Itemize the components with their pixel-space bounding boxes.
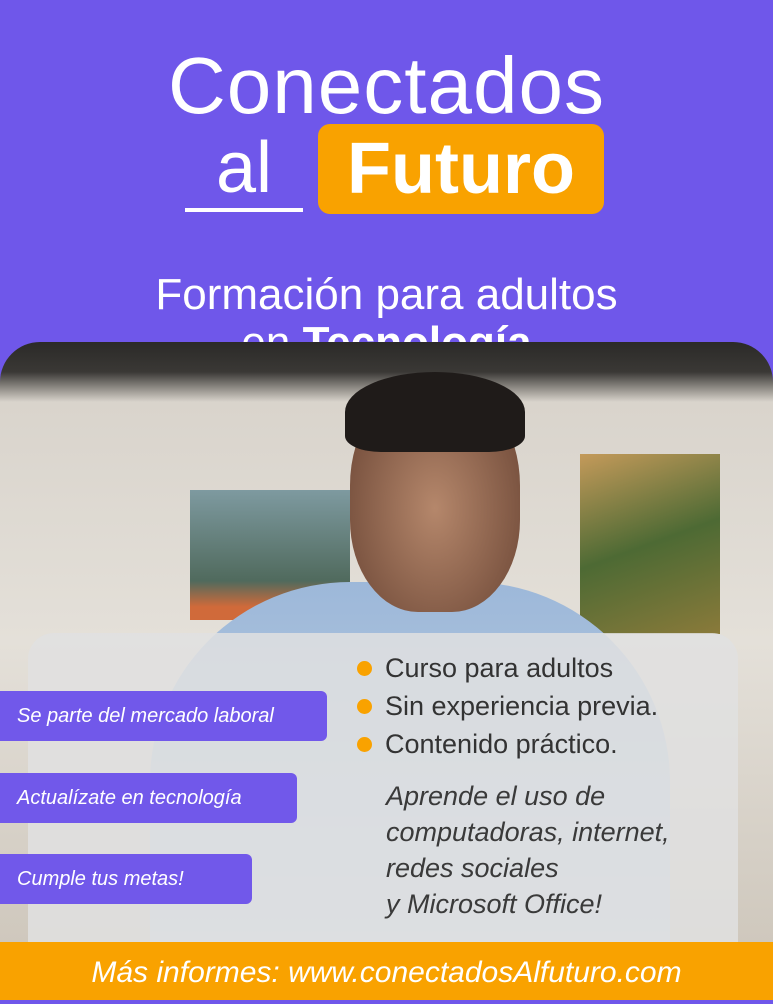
description-line: computadoras, internet,	[386, 817, 670, 847]
bullet-text: Sin experiencia previa.	[385, 691, 659, 721]
title-conectados: Conectados	[168, 41, 605, 130]
description-line: Aprende el uso de	[386, 781, 606, 811]
bullet-dot-icon	[357, 737, 372, 752]
bullet-dot-icon	[357, 661, 372, 676]
wall-art-right	[580, 454, 720, 634]
tag-tecnologia: Actualízate en tecnología	[0, 773, 297, 823]
bullet-item: Curso para adultos	[357, 653, 613, 684]
tag-mercado-laboral: Se parte del mercado laboral	[0, 691, 327, 741]
bullet-dot-icon	[357, 699, 372, 714]
person-hair	[345, 372, 525, 452]
title-futuro-badge: Futuro	[318, 124, 604, 214]
bullet-text: Curso para adultos	[385, 653, 614, 683]
description-line: redes sociales	[386, 853, 559, 883]
tag-metas: Cumple tus metas!	[0, 854, 252, 904]
bullet-item: Sin experiencia previa.	[357, 691, 658, 722]
bullet-item: Contenido práctico.	[357, 729, 618, 760]
subtitle-line1: Formación para adultos	[155, 270, 618, 319]
bullet-text: Contenido práctico.	[385, 729, 618, 759]
title-al: al	[185, 128, 303, 212]
description: Aprende el uso de computadoras, internet…	[386, 778, 726, 922]
footer-contact: Más informes: www.conectadosAlfuturo.com	[0, 942, 773, 1000]
description-line: y Microsoft Office!	[386, 889, 603, 919]
